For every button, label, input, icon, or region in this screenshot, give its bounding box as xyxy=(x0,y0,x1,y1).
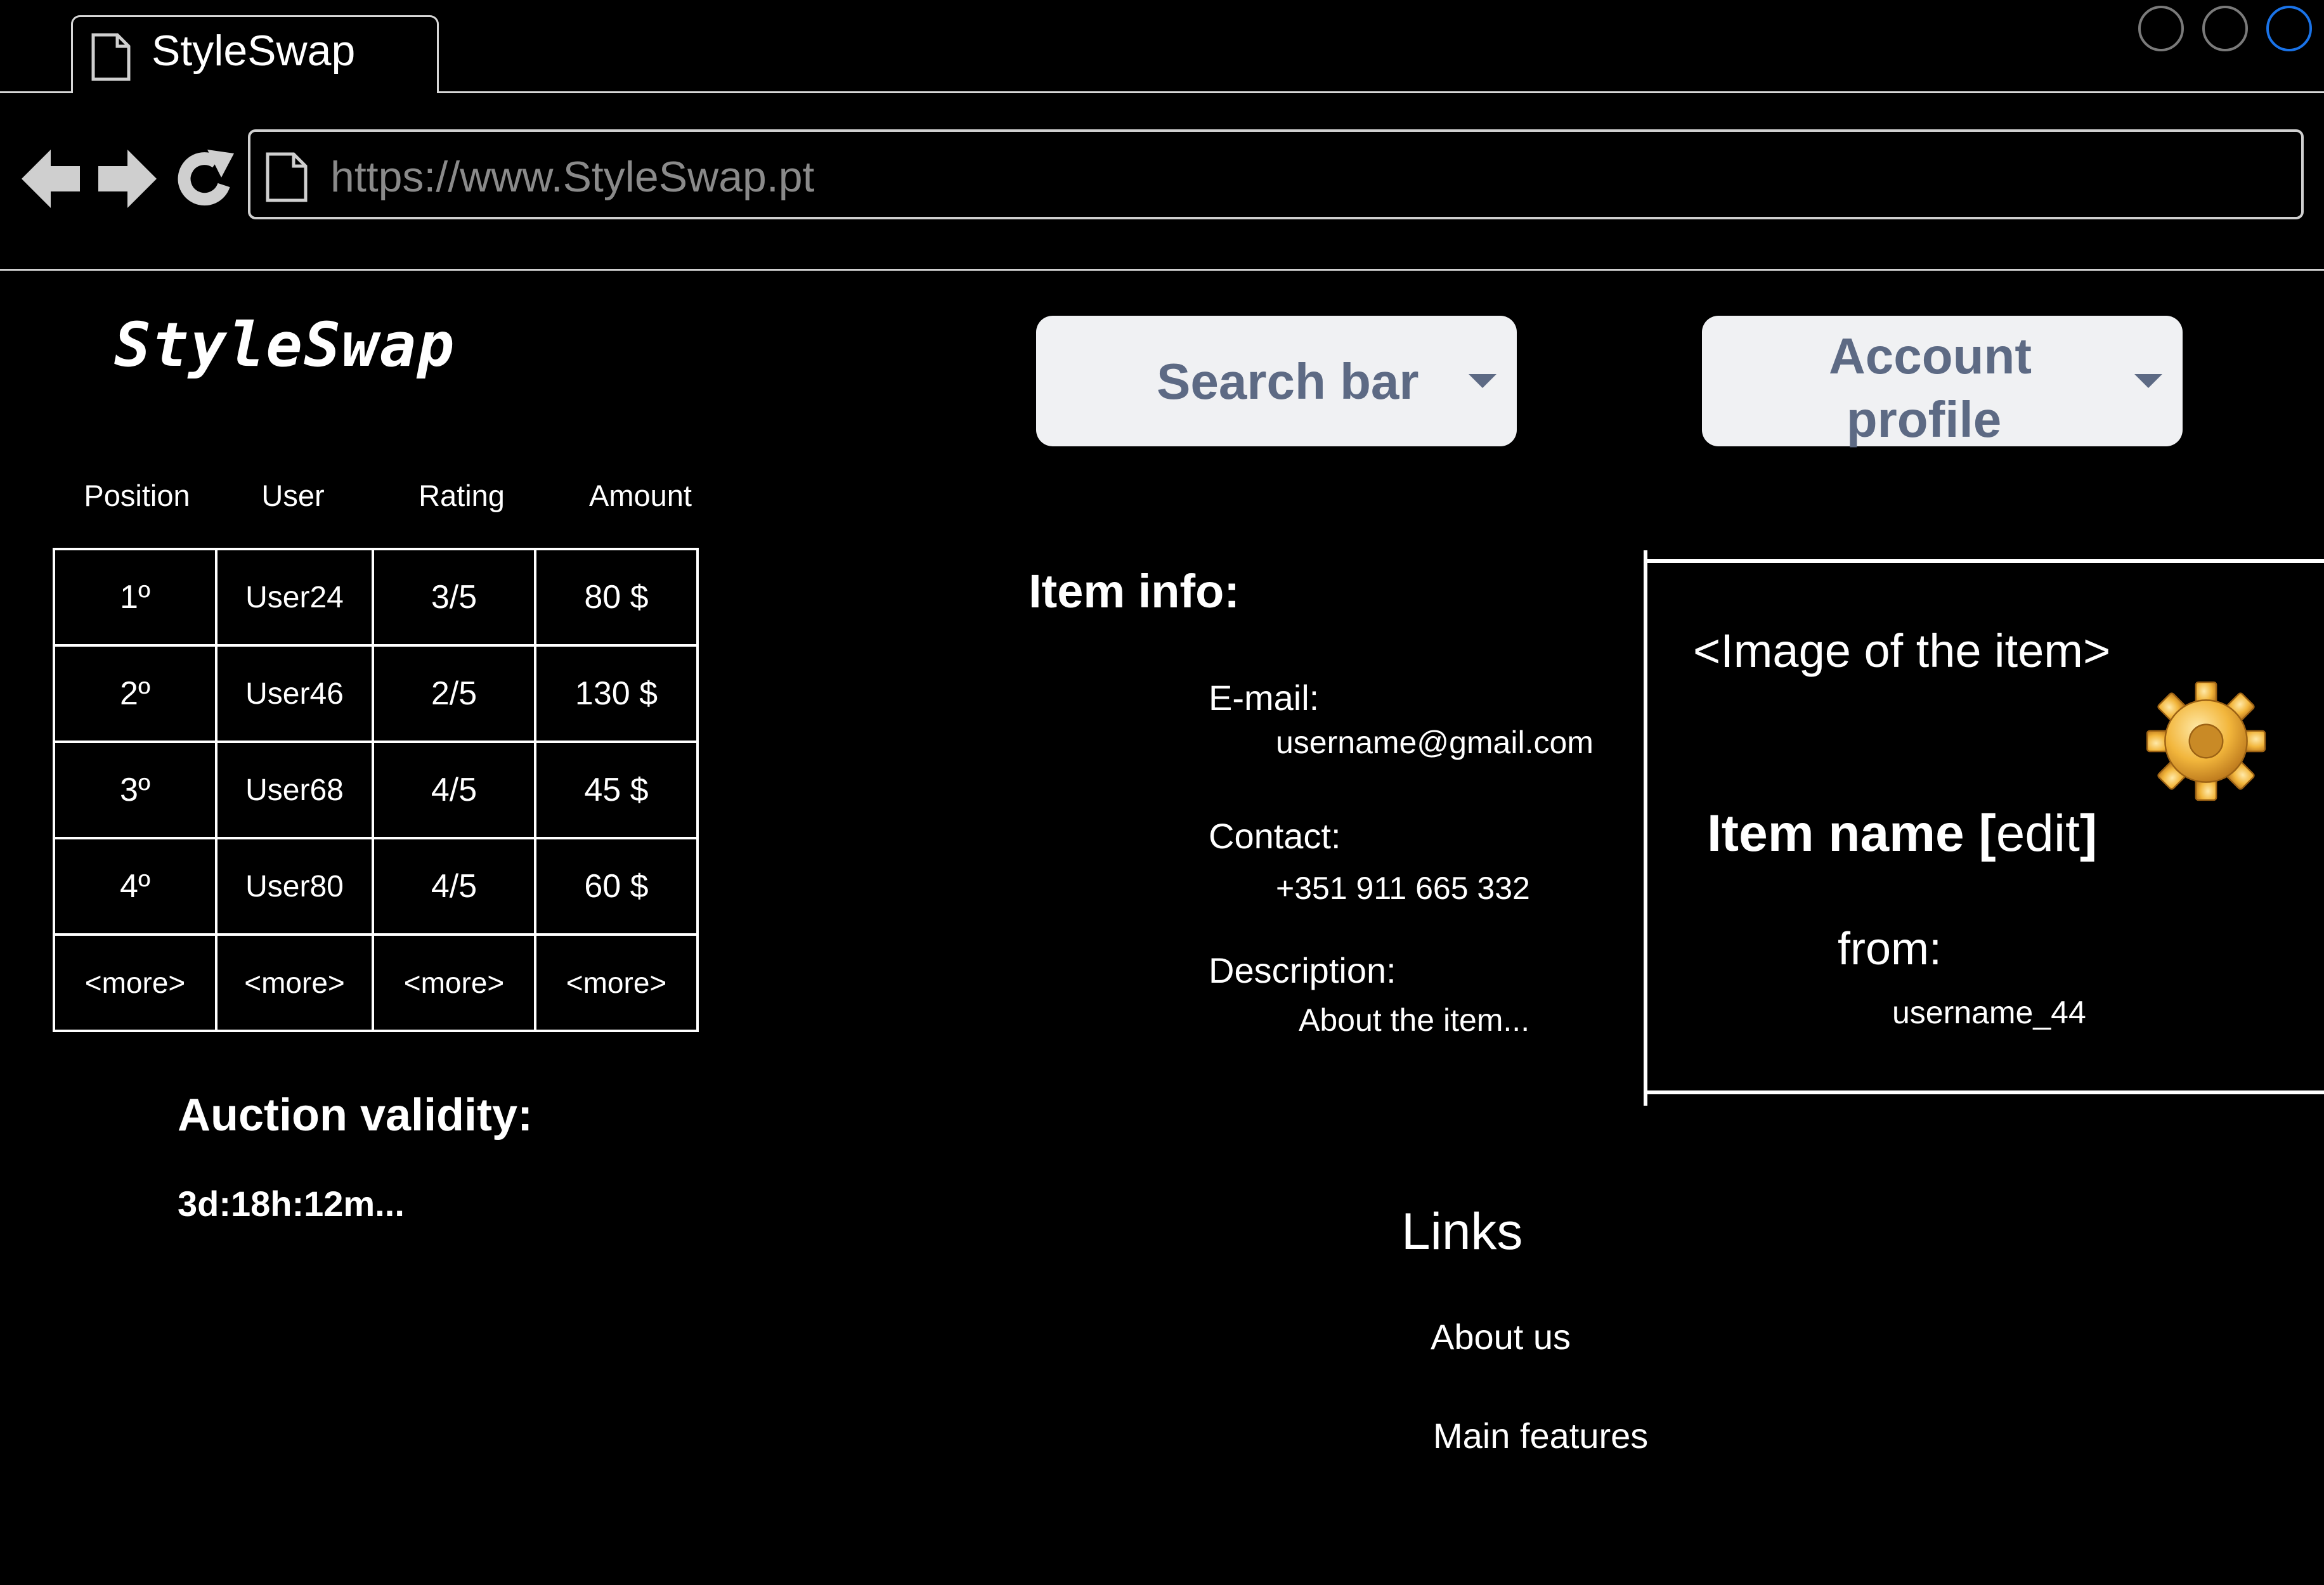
item-name-title: Item name [edit] xyxy=(1707,804,2097,864)
item-name-text: Item name [ xyxy=(1707,805,1996,862)
cell-amount: 45 $ xyxy=(534,741,699,839)
item-card-border xyxy=(1644,550,1647,1106)
cell-position: 1º xyxy=(53,548,217,647)
cell-rating: 4/5 xyxy=(372,741,536,839)
back-arrow-icon[interactable] xyxy=(22,147,82,210)
search-bar-label: Search bar xyxy=(1157,353,1419,410)
column-header-amount: Amount xyxy=(589,479,692,512)
email-label: E-mail: xyxy=(1209,678,1320,718)
page-icon xyxy=(91,33,131,81)
page-icon xyxy=(266,152,308,202)
url-text: https://www.StyleSwap.pt xyxy=(330,153,815,201)
more-link[interactable]: <more> xyxy=(53,933,217,1032)
chrome-divider xyxy=(0,269,2324,271)
contact-label: Contact: xyxy=(1209,816,1341,856)
ranking-table: 1º User24 3/5 80 $ 2º User46 2/5 130 $ 3… xyxy=(53,548,699,1032)
account-profile-label: Account profile xyxy=(1829,328,2032,448)
column-header-user: User xyxy=(261,479,325,512)
item-card-border xyxy=(1644,1090,2324,1094)
links-heading: Links xyxy=(1401,1203,1523,1260)
table-row: 4º User80 4/5 60 $ xyxy=(53,837,699,936)
column-header-rating: Rating xyxy=(419,479,505,512)
forward-arrow-icon[interactable] xyxy=(98,147,159,210)
address-bar[interactable]: https://www.StyleSwap.pt xyxy=(248,129,2304,219)
tab-gap xyxy=(73,91,437,93)
more-link[interactable]: <more> xyxy=(372,933,536,1032)
reload-icon[interactable] xyxy=(174,147,235,210)
cell-rating: 3/5 xyxy=(372,548,536,647)
table-row: 2º User46 2/5 130 $ xyxy=(53,644,699,743)
cell-user[interactable]: User24 xyxy=(215,548,374,647)
chevron-down-icon xyxy=(1469,374,1496,388)
window-close-button[interactable] xyxy=(2266,6,2312,51)
account-profile-dropdown[interactable]: Account profile xyxy=(1702,316,2183,448)
edit-link[interactable]: edit xyxy=(1996,805,2080,862)
cell-position: 2º xyxy=(53,644,217,743)
cell-user[interactable]: User46 xyxy=(215,644,374,743)
main-features-link[interactable]: Main features xyxy=(1433,1415,1648,1456)
table-row: 1º User24 3/5 80 $ xyxy=(53,548,699,647)
cell-position: 3º xyxy=(53,741,217,839)
item-name-bracket: ] xyxy=(2079,805,2098,862)
cell-amount: 60 $ xyxy=(534,837,699,936)
more-link[interactable]: <more> xyxy=(215,933,374,1032)
about-us-link[interactable]: About us xyxy=(1431,1316,1571,1357)
item-card-border xyxy=(1644,559,2324,563)
cell-user[interactable]: User80 xyxy=(215,837,374,936)
auction-validity-title: Auction validity: xyxy=(178,1090,533,1141)
cell-rating: 2/5 xyxy=(372,644,536,743)
auction-countdown: 3d:18h:12m... xyxy=(178,1184,405,1224)
column-header-position: Position xyxy=(84,479,190,512)
gear-icon[interactable] xyxy=(2142,677,2270,805)
chevron-down-icon xyxy=(2134,374,2162,388)
description-value: About the item... xyxy=(1299,1002,1530,1038)
tab-title: StyleSwap xyxy=(152,27,356,75)
seller-username[interactable]: username_44 xyxy=(1892,994,2086,1031)
item-image-placeholder: <Image of the item> xyxy=(1693,624,2111,677)
table-row: 3º User68 4/5 45 $ xyxy=(53,741,699,839)
email-value[interactable]: username@gmail.com xyxy=(1276,724,1594,761)
window-maximize-button[interactable] xyxy=(2202,6,2248,51)
from-label: from: xyxy=(1838,924,1942,974)
cell-user[interactable]: User68 xyxy=(215,741,374,839)
window-minimize-button[interactable] xyxy=(2138,6,2184,51)
cell-amount: 130 $ xyxy=(534,644,699,743)
search-bar-dropdown[interactable]: Search bar xyxy=(1036,316,1517,446)
contact-value: +351 911 665 332 xyxy=(1276,870,1530,906)
item-info-title: Item info: xyxy=(1029,565,1240,618)
cell-amount: 80 $ xyxy=(534,548,699,647)
browser-tab[interactable]: StyleSwap xyxy=(71,15,439,93)
description-label: Description: xyxy=(1209,950,1396,990)
cell-position: 4º xyxy=(53,837,217,936)
site-logo[interactable]: StyleSwap xyxy=(114,309,455,380)
table-row-more: <more> <more> <more> <more> xyxy=(53,933,699,1032)
more-link[interactable]: <more> xyxy=(534,933,699,1032)
cell-rating: 4/5 xyxy=(372,837,536,936)
